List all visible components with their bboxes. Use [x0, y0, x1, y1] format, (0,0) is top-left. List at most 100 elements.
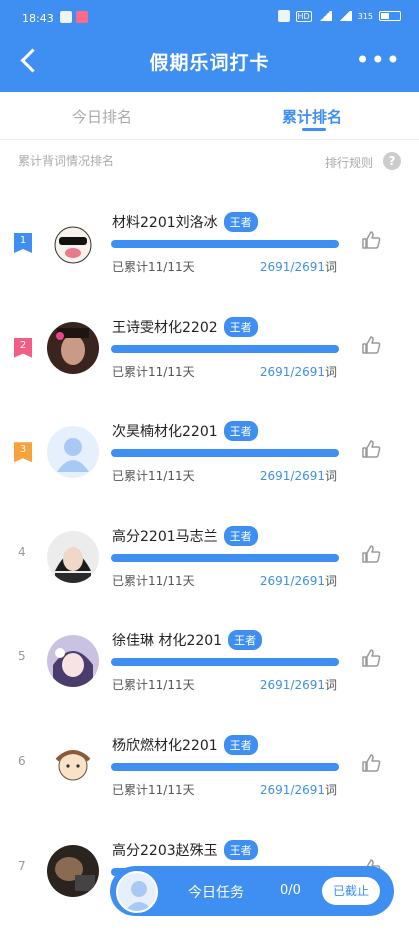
level-tag: 王者	[223, 212, 258, 232]
avatar[interactable]	[47, 217, 99, 269]
name-line: 高分2201马志兰 王者	[112, 525, 258, 546]
words-value: 2691/2691	[259, 573, 325, 588]
days-count: 已累计11/11天	[112, 364, 195, 379]
help-icon[interactable]: ?	[383, 152, 401, 170]
ranking-rules-link[interactable]: 排行规则	[325, 154, 373, 171]
avatar-image	[47, 321, 99, 374]
name-line: 王诗雯材化2202 王者	[112, 316, 258, 337]
words-value: 2691/2691	[259, 364, 325, 379]
words-unit: 词	[324, 678, 337, 693]
words-count: 2691/2691词	[260, 572, 337, 589]
words-unit: 词	[324, 469, 337, 484]
words-count: 2691/2691词	[260, 467, 337, 484]
rank-badge: 2	[14, 337, 32, 358]
progress-bar	[111, 240, 339, 248]
rank-number: 5	[18, 649, 26, 664]
words-unit: 词	[324, 573, 337, 588]
avatar[interactable]	[47, 530, 99, 583]
today-task-bar[interactable]: 今日任务 0/0 已截止	[110, 866, 394, 916]
ranking-row[interactable]: 1 材料2201刘洛冰 王者 已累计11/11天 2691/2691词	[0, 208, 419, 313]
progress-bar	[111, 658, 339, 667]
ranking-subheader: 累计背词情况排名 排行规则 ?	[18, 152, 401, 174]
level-tag: 王者	[228, 630, 263, 651]
user-name: 徐佳琳 材化2201	[112, 633, 223, 650]
words-value: 2691/2691	[259, 469, 325, 484]
rank-badge: 3	[14, 442, 32, 463]
status-time: 18:43	[22, 12, 54, 25]
ranking-row[interactable]: 4 高分2201马志兰 王者 已累计11/11天 2691/2691词	[0, 522, 419, 627]
progress-bar	[111, 763, 339, 771]
tab-today-ranking[interactable]: 今日排名	[72, 106, 132, 127]
more-button[interactable]: •••	[356, 48, 401, 72]
today-task-count: 0/0	[280, 883, 301, 898]
app-notification-icon	[76, 11, 88, 23]
ranking-row[interactable]: 5 徐佳琳 材化2201 王者 已累计11/11天 2691/2691词	[0, 626, 419, 731]
mute-icon	[277, 10, 290, 22]
user-name: 高分2203赵殊玉	[112, 842, 218, 859]
ranking-row[interactable]: 2 王诗雯材化2202 王者 已累计11/11天 2691/2691词	[0, 313, 419, 418]
my-avatar	[116, 871, 158, 913]
status-notification-icons	[60, 11, 88, 23]
rank-number: 6	[18, 754, 26, 768]
words-count: 2691/2691词	[260, 258, 337, 275]
default-avatar-icon	[125, 881, 153, 911]
words-value: 2691/2691	[259, 678, 325, 693]
words-unit: 词	[324, 783, 337, 797]
thumbs-up-icon[interactable]	[360, 334, 382, 356]
thumbs-up-icon[interactable]	[360, 543, 382, 565]
avatar-image	[47, 635, 99, 688]
app-header: 18:43 HD 315 假期乐词打卡 •••	[0, 0, 419, 92]
usb-icon	[60, 11, 72, 23]
avatar-image	[47, 217, 99, 269]
user-name: 高分2201马志兰	[112, 528, 218, 545]
ranking-row[interactable]: 3 次昊楠材化2201 王者 已累计11/11天 2691/2691词	[0, 417, 419, 522]
user-name: 杨欣燃材化2201	[112, 738, 218, 754]
words-unit: 词	[324, 364, 337, 379]
avatar-image	[47, 844, 99, 897]
level-tag: 王者	[223, 316, 258, 337]
avatar[interactable]	[47, 321, 99, 374]
level-tag: 王者	[223, 525, 258, 546]
battery-icon	[379, 11, 401, 21]
tab-bar: 今日排名 累计排名	[0, 92, 419, 140]
name-line: 材料2201刘洛冰 王者	[112, 212, 258, 232]
thumbs-up-icon[interactable]	[360, 647, 382, 669]
days-count: 已累计11/11天	[112, 783, 195, 797]
days-count: 已累计11/11天	[112, 469, 195, 484]
avatar[interactable]	[47, 426, 99, 479]
avatar-image	[47, 530, 99, 583]
ranking-row[interactable]: 6 杨欣燃材化2201 王者 已累计11/11天 2691/2691词	[0, 731, 419, 836]
words-count: 2691/2691词	[260, 676, 337, 693]
level-tag: 王者	[223, 421, 258, 442]
name-line: 徐佳琳 材化2201 王者	[112, 630, 263, 651]
progress-bar	[111, 344, 339, 353]
user-name: 次昊楠材化2201	[112, 424, 218, 441]
avatar[interactable]	[47, 635, 99, 688]
words-count: 2691/2691词	[260, 363, 337, 380]
closed-button[interactable]: 已截止	[322, 877, 380, 905]
avatar[interactable]	[47, 740, 99, 792]
level-tag: 王者	[223, 735, 258, 755]
status-right: HD 315	[277, 10, 401, 22]
active-tab-indicator	[302, 128, 326, 131]
signal-icon-2	[337, 11, 352, 21]
tab-total-ranking[interactable]: 累计排名	[282, 106, 342, 127]
thumbs-up-icon[interactable]	[360, 752, 382, 774]
avatar-image	[47, 740, 99, 792]
words-unit: 词	[324, 260, 337, 274]
words-value: 2691/2691	[259, 260, 325, 274]
thumbs-up-icon[interactable]	[360, 438, 382, 460]
days-count: 已累计11/11天	[112, 678, 195, 693]
user-name: 王诗雯材化2202	[112, 319, 218, 336]
rank-badge: 1	[14, 233, 32, 253]
progress-bar	[111, 449, 339, 458]
ranking-description: 累计背词情况排名	[18, 154, 115, 168]
level-tag: 王者	[223, 839, 258, 860]
avatar[interactable]	[47, 844, 99, 897]
name-line: 杨欣燃材化2201 王者	[112, 735, 258, 755]
status-bar: 18:43 HD 315	[22, 10, 401, 30]
name-line: 高分2203赵殊玉 王者	[112, 839, 258, 860]
words-count: 2691/2691词	[260, 781, 337, 798]
thumbs-up-icon[interactable]	[360, 229, 382, 251]
signal-icon	[317, 11, 332, 21]
